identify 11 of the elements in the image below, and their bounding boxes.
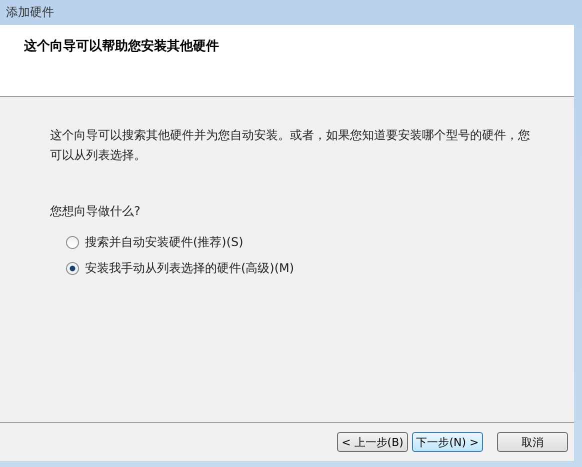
option-label[interactable]: 搜索并自动安装硬件(推荐)(S) xyxy=(85,234,244,251)
header-title: 这个向导可以帮助您安装其他硬件 xyxy=(24,39,219,54)
window-title: 添加硬件 xyxy=(6,4,54,21)
wizard-button[interactable]: 下一步(N) > xyxy=(412,432,483,452)
question-text: 您想向导做什么? xyxy=(50,203,142,220)
radio-button[interactable] xyxy=(66,262,79,275)
wizard-button[interactable]: 取消 xyxy=(497,432,568,452)
wizard-button[interactable]: < 上一步(B) xyxy=(337,432,408,452)
description-text: 这个向导可以搜索其他硬件并为您自动安装。或者，如果您知道要安装哪个型号的硬件，您可以从列表选择。 xyxy=(50,127,531,164)
radio-button[interactable] xyxy=(66,236,79,249)
option-label[interactable]: 安装我手动从列表选择的硬件(高级)(M) xyxy=(85,260,294,277)
